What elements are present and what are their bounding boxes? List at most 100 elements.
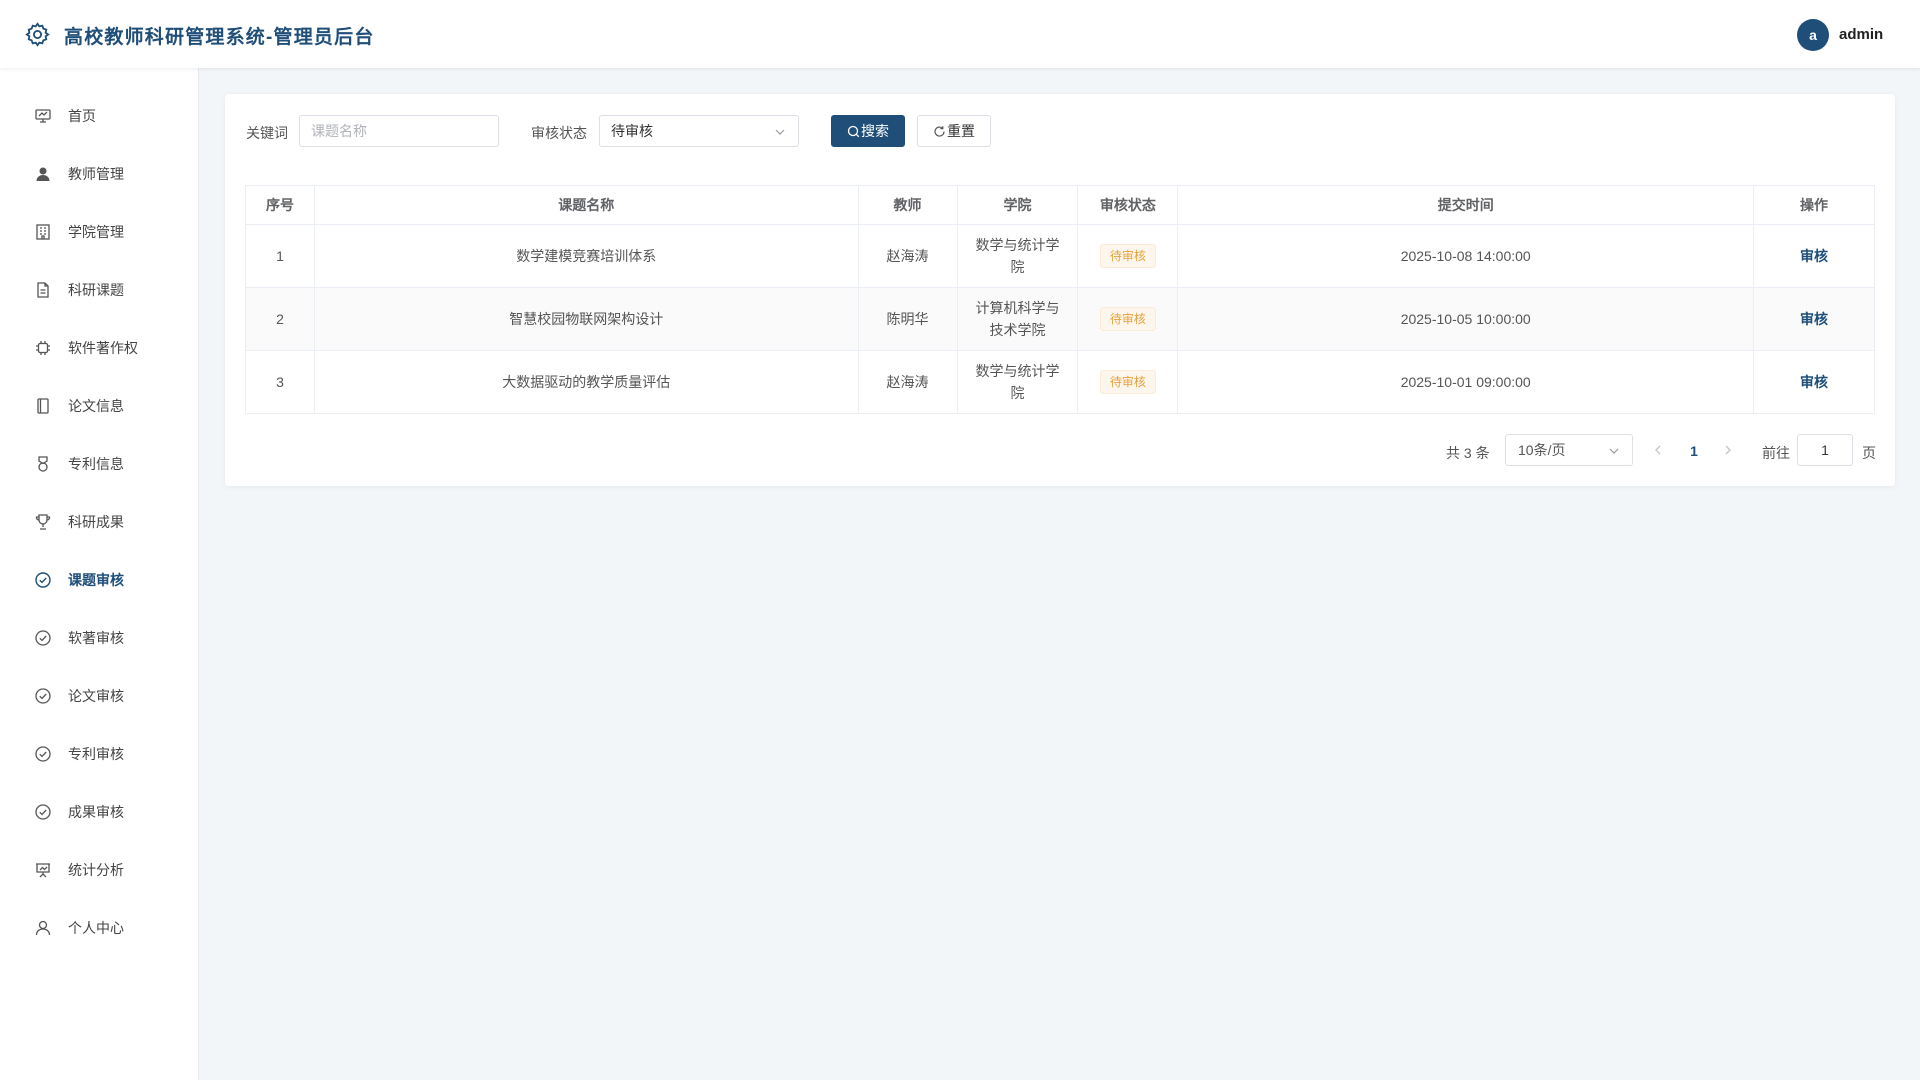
sidebar-item-achievements[interactable]: 科研成果 bbox=[0, 500, 199, 544]
cell-index: 3 bbox=[245, 350, 315, 414]
sidebar-item-paper-review[interactable]: 论文审核 bbox=[0, 674, 199, 718]
sidebar-item-software-copyright[interactable]: 软件著作权 bbox=[0, 326, 199, 370]
username[interactable]: admin bbox=[1839, 26, 1883, 43]
college-line: 数学与统计学 bbox=[975, 363, 1060, 379]
goto-page-wrapper[interactable] bbox=[1797, 434, 1853, 466]
sidebar-item-label: 个人中心 bbox=[68, 920, 124, 936]
cell-college: 数学与统计学院 bbox=[956, 224, 1079, 288]
sidebar-item-software-review[interactable]: 软著审核 bbox=[0, 616, 199, 660]
college-line: 院 bbox=[1010, 385, 1025, 401]
sidebar-item-project-review[interactable]: 课题审核 bbox=[0, 558, 199, 602]
chip-icon bbox=[34, 339, 52, 357]
table-row: 1 数学建模竞赛培训体系 赵海涛 数学与统计学院 待审核 2025-10-08 … bbox=[245, 224, 1875, 288]
cell-teacher: 赵海涛 bbox=[857, 350, 958, 414]
notebook-icon bbox=[34, 397, 52, 415]
sidebar-item-label: 软著审核 bbox=[68, 630, 124, 646]
sidebar-item-label: 科研课题 bbox=[68, 282, 124, 298]
status-select[interactable]: 待审核 bbox=[599, 115, 799, 147]
page-unit-label: 页 bbox=[1862, 445, 1876, 461]
sidebar-item-label: 论文信息 bbox=[68, 398, 124, 414]
sidebar-item-label: 软件著作权 bbox=[68, 340, 138, 356]
goto-label: 前往 bbox=[1762, 445, 1790, 461]
next-page-button[interactable] bbox=[1722, 443, 1734, 457]
cell-action: 审核 bbox=[1753, 224, 1875, 288]
search-button[interactable]: 搜索 bbox=[831, 115, 905, 147]
sidebar-item-achievement-review[interactable]: 成果审核 bbox=[0, 790, 199, 834]
cell-project-name: 大数据驱动的教学质量评估 bbox=[313, 350, 859, 414]
college-line: 计算机科学与 bbox=[975, 300, 1060, 316]
pagination-total: 共 3 条 bbox=[1446, 445, 1490, 461]
avatar[interactable]: a bbox=[1797, 19, 1829, 51]
college-line: 技术学院 bbox=[989, 322, 1046, 338]
sidebar-item-profile[interactable]: 个人中心 bbox=[0, 906, 199, 950]
sidebar-item-patent-review[interactable]: 专利审核 bbox=[0, 732, 199, 776]
college-line: 院 bbox=[1010, 259, 1025, 275]
sidebar-item-label: 课题审核 bbox=[68, 572, 124, 588]
person-outline-icon bbox=[34, 919, 52, 937]
sidebar-item-home[interactable]: 首页 bbox=[0, 94, 199, 138]
sidebar-item-label: 科研成果 bbox=[68, 514, 124, 530]
sidebar: 首页 教师管理 学院管理 科研课题 软件著作权 论文信息 专利信息 科研成果 课… bbox=[0, 68, 199, 1080]
column-header: 学院 bbox=[956, 185, 1079, 225]
sidebar-item-patents[interactable]: 专利信息 bbox=[0, 442, 199, 486]
cell-status: 待审核 bbox=[1077, 350, 1179, 414]
reset-button[interactable]: 重置 bbox=[917, 115, 991, 147]
cell-project-name: 数学建模竞赛培训体系 bbox=[313, 224, 859, 288]
trophy-icon bbox=[34, 513, 52, 531]
sidebar-item-papers[interactable]: 论文信息 bbox=[0, 384, 199, 428]
circle-check-icon bbox=[34, 571, 52, 589]
main-card: 关键词 审核状态 待审核 搜索 重置 序号 课题名称 教师 学院 审核状态 提交… bbox=[225, 94, 1895, 486]
circle-check-icon bbox=[34, 803, 52, 821]
top-header: 高校教师科研管理系统-管理员后台 a admin bbox=[0, 0, 1920, 68]
sidebar-item-label: 成果审核 bbox=[68, 804, 124, 820]
gear-icon bbox=[24, 21, 51, 48]
keyword-input[interactable] bbox=[311, 123, 487, 139]
sidebar-item-label: 教师管理 bbox=[68, 166, 124, 182]
cell-status: 待审核 bbox=[1077, 224, 1179, 288]
cell-submit-time: 2025-10-08 14:00:00 bbox=[1177, 224, 1755, 288]
sidebar-item-projects[interactable]: 科研课题 bbox=[0, 268, 199, 312]
cell-action: 审核 bbox=[1753, 287, 1875, 351]
presentation-icon bbox=[34, 861, 52, 879]
sidebar-item-label: 学院管理 bbox=[68, 224, 124, 240]
sidebar-item-statistics[interactable]: 统计分析 bbox=[0, 848, 199, 892]
user-icon bbox=[34, 165, 52, 183]
cell-submit-time: 2025-10-01 09:00:00 bbox=[1177, 350, 1755, 414]
cell-teacher: 陈明华 bbox=[857, 287, 958, 351]
review-link[interactable]: 审核 bbox=[1800, 311, 1828, 327]
keyword-input-wrapper[interactable] bbox=[299, 115, 499, 147]
sidebar-item-colleges[interactable]: 学院管理 bbox=[0, 210, 199, 254]
refresh-icon bbox=[933, 125, 946, 138]
prev-page-button[interactable] bbox=[1652, 443, 1664, 457]
cell-action: 审核 bbox=[1753, 350, 1875, 414]
sidebar-item-label: 统计分析 bbox=[68, 862, 124, 878]
review-link[interactable]: 审核 bbox=[1800, 374, 1828, 390]
document-icon bbox=[34, 281, 52, 299]
page-size-select[interactable]: 10条/页 bbox=[1505, 434, 1633, 466]
circle-check-icon bbox=[34, 687, 52, 705]
page-size-value: 10条/页 bbox=[1518, 442, 1566, 458]
sidebar-item-label: 专利审核 bbox=[68, 746, 124, 762]
status-badge: 待审核 bbox=[1099, 307, 1156, 331]
column-header: 序号 bbox=[245, 185, 315, 225]
circle-check-icon bbox=[34, 745, 52, 763]
page-number-current[interactable]: 1 bbox=[1684, 443, 1704, 459]
goto-page-input[interactable] bbox=[1805, 442, 1845, 458]
column-header: 课题名称 bbox=[313, 185, 859, 225]
cell-index: 1 bbox=[245, 224, 315, 288]
cell-index: 2 bbox=[245, 287, 315, 351]
search-icon bbox=[847, 125, 860, 138]
monitor-icon bbox=[34, 107, 52, 125]
cell-project-name: 智慧校园物联网架构设计 bbox=[313, 287, 859, 351]
review-link[interactable]: 审核 bbox=[1800, 248, 1828, 264]
sidebar-item-teachers[interactable]: 教师管理 bbox=[0, 152, 199, 196]
column-header: 提交时间 bbox=[1177, 185, 1755, 225]
status-badge: 待审核 bbox=[1099, 370, 1156, 394]
medal-icon bbox=[34, 455, 52, 473]
app-title: 高校教师科研管理系统-管理员后台 bbox=[64, 27, 375, 48]
column-header: 审核状态 bbox=[1077, 185, 1179, 225]
sidebar-item-label: 专利信息 bbox=[68, 456, 124, 472]
cell-submit-time: 2025-10-05 10:00:00 bbox=[1177, 287, 1755, 351]
column-header: 教师 bbox=[857, 185, 958, 225]
table-row: 3 大数据驱动的教学质量评估 赵海涛 数学与统计学院 待审核 2025-10-0… bbox=[245, 350, 1875, 414]
